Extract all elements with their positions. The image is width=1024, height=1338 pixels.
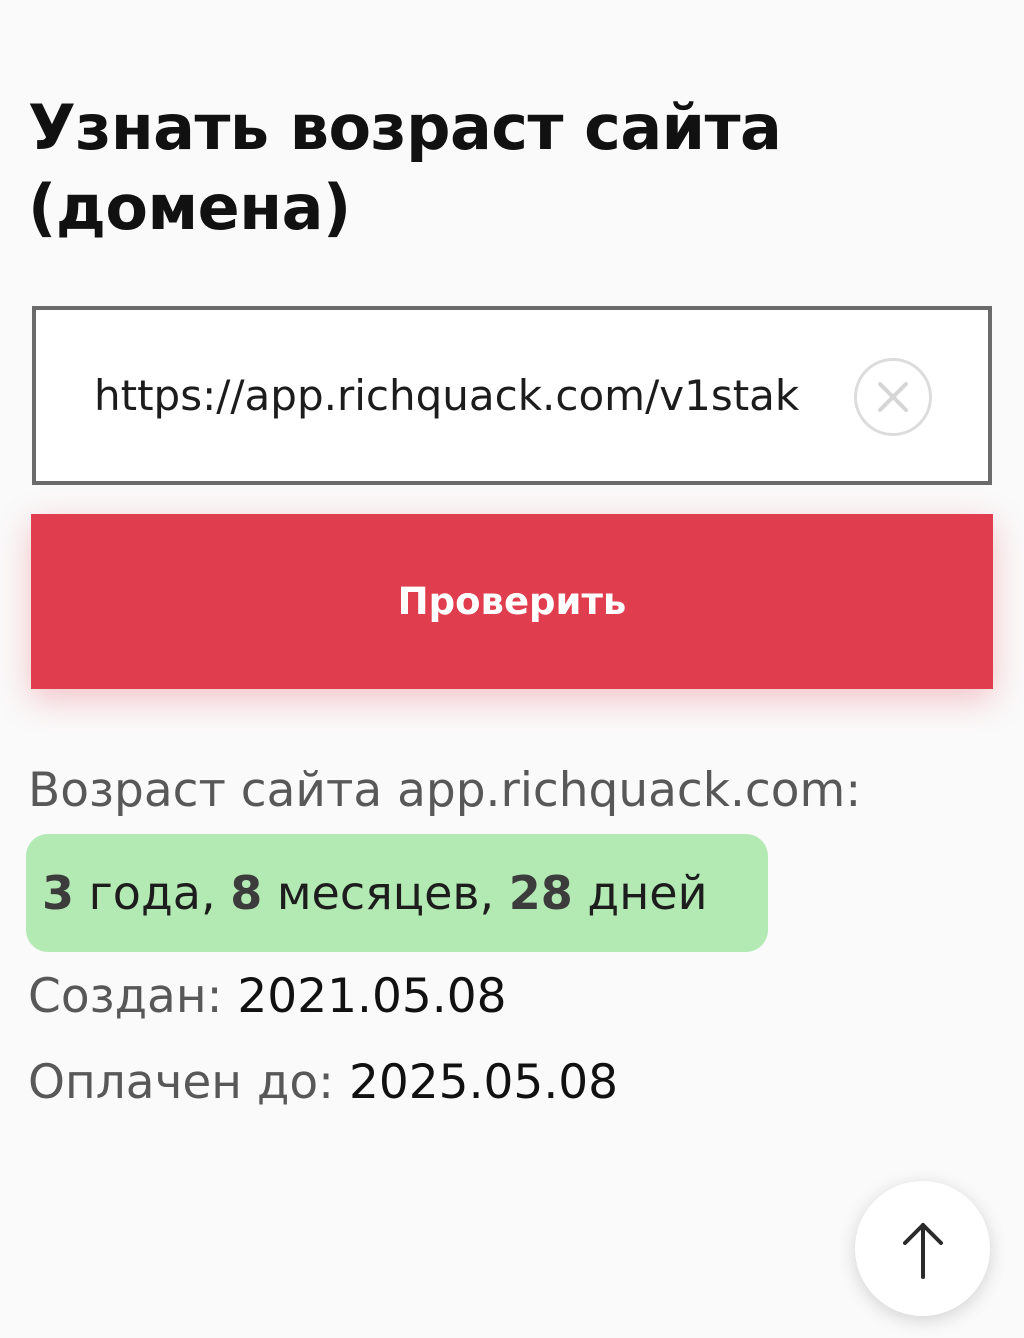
url-field [32,306,992,485]
paid-until-row: Оплачен до: 2025.05.08 [28,1050,618,1116]
url-input[interactable] [94,358,842,432]
check-button[interactable]: Проверить [31,514,993,689]
age-days-unit: дней [572,866,708,920]
created-value: 2021.05.08 [237,969,507,1024]
scroll-top-button[interactable] [855,1181,990,1316]
age-badge: 3 года, 8 месяцев, 28 дней [26,834,768,952]
page-title: Узнать возраст сайта (домена) [28,91,782,244]
created-label: Создан: [28,969,223,1024]
age-years: 3 [42,866,75,920]
created-row: Создан: 2021.05.08 [28,964,507,1030]
arrow-up-icon [903,1223,943,1279]
age-years-unit: года, [74,866,231,920]
age-days: 28 [508,866,573,920]
clear-button[interactable] [854,358,932,436]
paid-until-value: 2025.05.08 [348,1055,619,1110]
paid-until-label: Оплачен до: [28,1055,335,1110]
age-label: Возраст сайта app.richquack.com: [28,763,862,818]
age-months: 8 [230,866,263,920]
close-icon [878,382,908,412]
age-months-unit: месяцев, [262,866,509,920]
